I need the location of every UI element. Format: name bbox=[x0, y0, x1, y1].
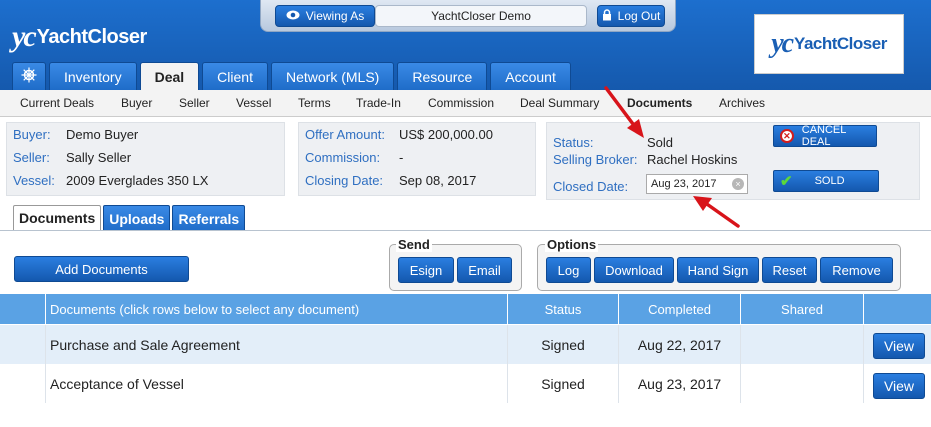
cancel-deal-button[interactable]: ✕ CANCEL DEAL bbox=[773, 124, 877, 148]
clear-date-icon[interactable]: × bbox=[732, 178, 744, 190]
app-header: yc YachtCloser Viewing As YachtCloser De… bbox=[0, 0, 931, 91]
status-value: Sold bbox=[647, 135, 674, 150]
document-shared bbox=[740, 364, 863, 403]
status-label: Status: bbox=[553, 135, 594, 150]
deal-parties-panel: Buyer: Demo Buyer Seller: Sally Seller V… bbox=[6, 122, 285, 196]
seller-value: Sally Seller bbox=[66, 150, 132, 165]
deal-subnav: Current Deals Buyer Seller Vessel Terms … bbox=[0, 90, 931, 117]
closed-date-label: Closed Date: bbox=[553, 179, 629, 194]
tab-account[interactable]: Account bbox=[490, 62, 571, 90]
logout-button[interactable]: Log Out bbox=[597, 5, 665, 27]
offer-amount-value: US$ 200,000.00 bbox=[399, 127, 493, 142]
app-logo[interactable]: yc YachtCloser bbox=[12, 20, 147, 54]
commission-label: Commission: bbox=[305, 150, 381, 165]
column-actions bbox=[863, 294, 931, 324]
document-tabs: Documents Uploads Referrals bbox=[13, 205, 246, 231]
subnav-terms[interactable]: Terms bbox=[298, 96, 331, 110]
subnav-seller[interactable]: Seller bbox=[179, 96, 210, 110]
email-button[interactable]: Email bbox=[457, 257, 512, 283]
sold-label: SOLD bbox=[814, 175, 845, 187]
tab-uploads[interactable]: Uploads bbox=[103, 205, 171, 231]
tab-resource[interactable]: Resource bbox=[397, 62, 488, 90]
tab-client[interactable]: Client bbox=[202, 62, 268, 90]
eye-icon bbox=[286, 9, 300, 23]
document-status: Signed bbox=[507, 325, 618, 364]
commission-value: - bbox=[399, 150, 404, 165]
document-status: Signed bbox=[507, 364, 618, 403]
options-group-title: Options bbox=[545, 237, 599, 252]
tab-referrals[interactable]: Referrals bbox=[172, 205, 246, 231]
buyer-label: Buyer: bbox=[13, 127, 51, 142]
column-documents: Documents (click rows below to select an… bbox=[45, 294, 507, 324]
document-completed: Aug 22, 2017 bbox=[618, 325, 740, 364]
tab-deal[interactable]: Deal bbox=[139, 62, 200, 91]
subnav-commission[interactable]: Commission bbox=[428, 96, 494, 110]
main-tabs: Inventory Deal Client Network (MLS) Reso… bbox=[12, 62, 571, 91]
selling-broker-label: Selling Broker: bbox=[553, 152, 638, 167]
view-button[interactable]: View bbox=[873, 373, 925, 399]
viewing-as-button[interactable]: Viewing As bbox=[275, 5, 375, 27]
subnav-current-deals[interactable]: Current Deals bbox=[20, 96, 94, 110]
logo-mark: yc bbox=[12, 20, 37, 53]
cancel-deal-label: CANCEL DEAL bbox=[801, 124, 846, 148]
document-name: Acceptance of Vessel bbox=[45, 364, 507, 403]
document-shared bbox=[740, 325, 863, 364]
logout-label: Log Out bbox=[617, 9, 661, 23]
closed-date-value: Aug 23, 2017 bbox=[651, 178, 717, 190]
tab-divider bbox=[0, 230, 931, 231]
cancel-x-icon: ✕ bbox=[780, 129, 794, 143]
subnav-buyer[interactable]: Buyer bbox=[121, 96, 152, 110]
subnav-archives[interactable]: Archives bbox=[719, 96, 765, 110]
logo-text: YachtCloser bbox=[36, 25, 148, 48]
esign-button[interactable]: Esign bbox=[398, 257, 454, 283]
table-row[interactable]: Acceptance of Vessel Signed Aug 23, 2017… bbox=[0, 364, 931, 403]
tab-home[interactable] bbox=[12, 62, 46, 90]
tab-documents[interactable]: Documents bbox=[13, 205, 102, 231]
remove-button[interactable]: Remove bbox=[820, 257, 893, 283]
brand-logo-mark: yc bbox=[771, 28, 794, 59]
demo-account-field[interactable]: YachtCloser Demo bbox=[375, 5, 587, 27]
subnav-vessel[interactable]: Vessel bbox=[236, 96, 271, 110]
closing-date-value: Sep 08, 2017 bbox=[399, 173, 477, 188]
brand-logo-text: YachtCloser bbox=[794, 34, 887, 53]
document-name: Purchase and Sale Agreement bbox=[45, 325, 507, 364]
column-shared: Shared bbox=[740, 294, 863, 324]
column-status: Status bbox=[507, 294, 618, 324]
column-completed: Completed bbox=[618, 294, 740, 324]
offer-panel: Offer Amount: US$ 200,000.00 Commission:… bbox=[298, 122, 536, 196]
selling-broker-value: Rachel Hoskins bbox=[647, 152, 738, 167]
seller-label: Seller: bbox=[13, 150, 50, 165]
account-bar: Viewing As YachtCloser Demo Log Out bbox=[260, 0, 676, 32]
document-completed: Aug 23, 2017 bbox=[618, 364, 740, 403]
log-button[interactable]: Log bbox=[546, 257, 591, 283]
sold-button[interactable]: ✔ SOLD bbox=[773, 170, 879, 192]
subnav-deal-summary[interactable]: Deal Summary bbox=[520, 96, 599, 110]
closing-date-label: Closing Date: bbox=[305, 173, 384, 188]
table-row[interactable]: Purchase and Sale Agreement Signed Aug 2… bbox=[0, 325, 931, 364]
documents-table-header: Documents (click rows below to select an… bbox=[0, 294, 931, 324]
send-group-title: Send bbox=[396, 237, 432, 252]
tab-network-mls[interactable]: Network (MLS) bbox=[270, 62, 395, 90]
vessel-label: Vessel: bbox=[13, 173, 55, 188]
hand-sign-button[interactable]: Hand Sign bbox=[677, 257, 759, 283]
vessel-value: 2009 Everglades 350 LX bbox=[66, 173, 209, 188]
add-documents-button[interactable]: Add Documents bbox=[14, 256, 189, 282]
annotation-arrow-status bbox=[604, 86, 644, 138]
subnav-trade-in[interactable]: Trade-In bbox=[356, 96, 401, 110]
buyer-value: Demo Buyer bbox=[66, 127, 139, 142]
reset-button[interactable]: Reset bbox=[762, 257, 817, 283]
checkmark-icon: ✔ bbox=[780, 173, 793, 190]
ship-wheel-icon bbox=[21, 67, 37, 86]
annotation-arrow-closed-date bbox=[693, 196, 740, 228]
closed-date-input[interactable]: Aug 23, 2017 × bbox=[646, 174, 748, 194]
tab-inventory[interactable]: Inventory bbox=[49, 62, 137, 90]
offer-amount-label: Offer Amount: bbox=[305, 127, 385, 142]
viewing-as-label: Viewing As bbox=[305, 9, 365, 23]
brand-logo: yc YachtCloser bbox=[754, 14, 904, 74]
download-button[interactable]: Download bbox=[594, 257, 674, 283]
lock-icon bbox=[602, 8, 612, 24]
view-button[interactable]: View bbox=[873, 333, 925, 359]
